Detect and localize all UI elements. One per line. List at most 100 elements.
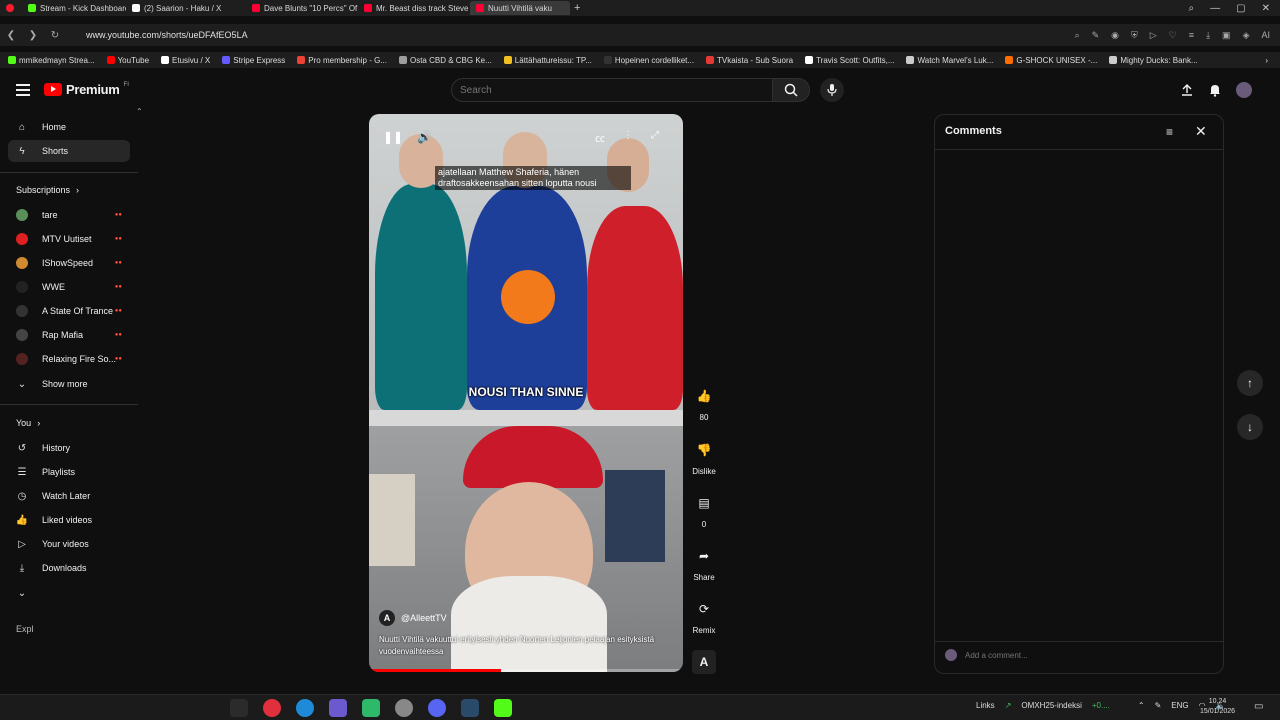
stock-ticker[interactable]: OMXH25-indeksi bbox=[1021, 701, 1081, 710]
sidebar-subscription-item[interactable]: Rap Mafia ●● bbox=[8, 324, 130, 346]
bookmark-item[interactable]: Travis Scott: Outfits,... bbox=[805, 56, 894, 65]
sidebar-subscription-item[interactable]: MTV Uutiset ●● bbox=[8, 228, 130, 250]
you-heading[interactable]: You › bbox=[16, 418, 40, 428]
fullscreen-icon[interactable]: ⤢ bbox=[651, 130, 659, 145]
browser-tab[interactable]: (2) Saarion - Haku / X bbox=[126, 1, 246, 15]
wallet-icon[interactable]: ▣ bbox=[1222, 30, 1231, 41]
sidebar-item-watch-later[interactable]: ◷ Watch Later bbox=[8, 485, 130, 507]
bookmark-item[interactable]: Mighty Ducks: Bank... bbox=[1109, 56, 1198, 65]
discord-icon[interactable] bbox=[428, 699, 446, 717]
notifications-bell-icon[interactable] bbox=[1208, 83, 1222, 97]
url-field[interactable]: www.youtube.com/shorts/ueDFAfEO5LA bbox=[86, 30, 248, 40]
sidebar-item-liked-videos[interactable]: 👍 Liked videos bbox=[8, 509, 130, 531]
channel-name[interactable]: @AlleettTV bbox=[401, 613, 447, 623]
sidebar-collapse-you[interactable]: ⌄ bbox=[8, 582, 130, 604]
bookmark-item[interactable]: Watch Marvel's Luk... bbox=[906, 56, 993, 65]
previous-short-arrow-up-icon[interactable]: ↑ bbox=[1237, 370, 1263, 396]
captions-icon[interactable]: ㏄ bbox=[595, 130, 605, 145]
shorts-video-player[interactable]: ❚❚ 🔊 ㏄ ⋮ ⤢ ajatellaan Matthew Shaferia, … bbox=[369, 114, 683, 672]
sidebar-item-your-videos[interactable]: ▷ Your videos bbox=[8, 533, 130, 555]
spreadsheet-icon[interactable] bbox=[362, 699, 380, 717]
comments-button[interactable]: ▤ 0 bbox=[686, 491, 722, 529]
links-toolbar[interactable]: Links bbox=[976, 701, 995, 710]
pause-icon[interactable]: ❚❚ bbox=[383, 130, 403, 144]
play-icon[interactable]: ▷ bbox=[1150, 30, 1157, 41]
sort-icon[interactable]: ≡ bbox=[1166, 125, 1173, 139]
steam-icon[interactable] bbox=[461, 699, 479, 717]
show-more-button[interactable]: ⌄ Show more bbox=[8, 373, 130, 395]
search-input[interactable] bbox=[452, 79, 772, 101]
sidebar-item-playlists[interactable]: ☰ Playlists bbox=[8, 461, 130, 483]
opera-icon[interactable] bbox=[263, 699, 281, 717]
bookmark-item[interactable]: mmikedmayn Strea... bbox=[8, 56, 95, 65]
pen-icon[interactable]: ✎ bbox=[1155, 701, 1162, 710]
volume-icon[interactable]: 🔊 bbox=[417, 130, 432, 144]
youtube-premium-logo[interactable]: Premium FI bbox=[44, 82, 129, 97]
new-tab-icon[interactable]: + bbox=[574, 2, 580, 14]
store-icon[interactable] bbox=[329, 699, 347, 717]
heart-icon[interactable]: ♡ bbox=[1169, 30, 1177, 41]
search-button[interactable] bbox=[772, 78, 810, 102]
edge-icon[interactable] bbox=[296, 699, 314, 717]
search-tabs-icon[interactable]: ⌕ bbox=[1189, 3, 1195, 14]
edit-icon[interactable]: ✎ bbox=[1092, 30, 1100, 41]
bookmark-item[interactable]: YouTube bbox=[106, 56, 149, 65]
minimize-icon[interactable]: — bbox=[1210, 3, 1220, 14]
sound-source-button[interactable]: A bbox=[686, 650, 722, 674]
like-button[interactable]: 👍 80 bbox=[686, 384, 722, 422]
camera-icon[interactable]: ◉ bbox=[1111, 30, 1119, 41]
sidebar-subscription-item[interactable]: WWE ●● bbox=[8, 276, 130, 298]
channel-row[interactable]: A @AlleettTV bbox=[379, 610, 447, 626]
bookmark-item[interactable]: G-SHOCK UNISEX -... bbox=[1005, 56, 1097, 65]
back-icon[interactable]: ❮ bbox=[0, 30, 22, 41]
upload-icon[interactable] bbox=[1180, 83, 1194, 97]
voice-search-button[interactable] bbox=[820, 78, 844, 102]
sidebar-subscription-item[interactable]: tare ●● bbox=[8, 204, 130, 226]
more-options-icon[interactable]: ⋮ bbox=[623, 130, 633, 145]
kick-icon[interactable] bbox=[494, 699, 512, 717]
browser-tab[interactable]: Mr. Beast diss track Steve bbox=[358, 1, 470, 15]
bookmark-item[interactable]: Osta CBD & CBG Ke... bbox=[398, 56, 492, 65]
share-button[interactable]: ➦ Share bbox=[686, 544, 722, 582]
sidebar-item-shorts[interactable]: ϟ Shorts bbox=[8, 140, 130, 162]
forward-icon[interactable]: ❯ bbox=[22, 30, 44, 41]
sidebar-subscription-item[interactable]: IShowSpeed ●● bbox=[8, 252, 130, 274]
menu-icon[interactable]: ≡ bbox=[1189, 30, 1194, 41]
add-comment-input[interactable] bbox=[965, 650, 1205, 660]
next-short-arrow-down-icon[interactable]: ↓ bbox=[1237, 414, 1263, 440]
browser-tab-active[interactable]: Nuutti Vihtilä vaku bbox=[470, 1, 570, 15]
browser-tab[interactable]: Stream - Kick Dashboard bbox=[22, 1, 126, 15]
notifications-icon[interactable]: ▭ bbox=[1254, 701, 1263, 712]
close-icon[interactable]: ✕ bbox=[1195, 123, 1207, 140]
hamburger-menu-icon[interactable] bbox=[16, 84, 30, 96]
download-icon[interactable]: ⤓ bbox=[1206, 30, 1210, 41]
bookmark-item[interactable]: Hopeinen cordelliket... bbox=[603, 56, 694, 65]
reload-icon[interactable]: ↻ bbox=[44, 30, 66, 41]
language-indicator[interactable]: ENG bbox=[1171, 701, 1188, 710]
sidebar-collapse-icon[interactable]: ⌃ bbox=[136, 107, 143, 116]
app-icon[interactable] bbox=[395, 699, 413, 717]
dislike-button[interactable]: 👎 Dislike bbox=[686, 438, 722, 476]
sidebar-item-home[interactable]: ⌂ Home bbox=[8, 116, 130, 138]
channel-avatar[interactable]: A bbox=[379, 610, 395, 626]
bookmark-item[interactable]: TVkaista - Sub Suora bbox=[706, 56, 793, 65]
bookmark-item[interactable]: Stripe Express bbox=[222, 56, 285, 65]
maximize-icon[interactable]: ▢ bbox=[1236, 3, 1245, 14]
sidebar-subscription-item[interactable]: Relaxing Fire So... ●● bbox=[8, 348, 130, 370]
shield-icon[interactable]: ⛨ bbox=[1131, 30, 1138, 41]
task-view-icon[interactable] bbox=[230, 699, 248, 717]
zoom-icon[interactable]: ⌕ bbox=[1075, 30, 1080, 41]
bookmarks-overflow-icon[interactable]: › bbox=[1265, 56, 1280, 65]
sidebar-item-downloads[interactable]: ⤓ Downloads bbox=[8, 557, 130, 579]
bookmark-item[interactable]: Pro membership - G... bbox=[297, 56, 387, 65]
opera-logo-icon[interactable] bbox=[6, 4, 14, 12]
sidebar-subscription-item[interactable]: A State Of Trance ●● bbox=[8, 300, 130, 322]
clock[interactable]: 10.24 15/01/2026 bbox=[1200, 697, 1235, 717]
tray-chevron-icon[interactable]: ⌃ bbox=[1138, 701, 1145, 710]
browser-tab[interactable]: Dave Blunts "10 Percs" Of bbox=[246, 1, 358, 15]
bookmark-item[interactable]: Etusivu / X bbox=[161, 56, 210, 65]
bookmark-item[interactable]: Lättähattureissu: TP... bbox=[503, 56, 592, 65]
video-progress-bar[interactable] bbox=[369, 669, 683, 672]
sidebar-item-history[interactable]: ↺ History bbox=[8, 437, 130, 459]
explore-heading[interactable]: Expl bbox=[16, 624, 34, 634]
